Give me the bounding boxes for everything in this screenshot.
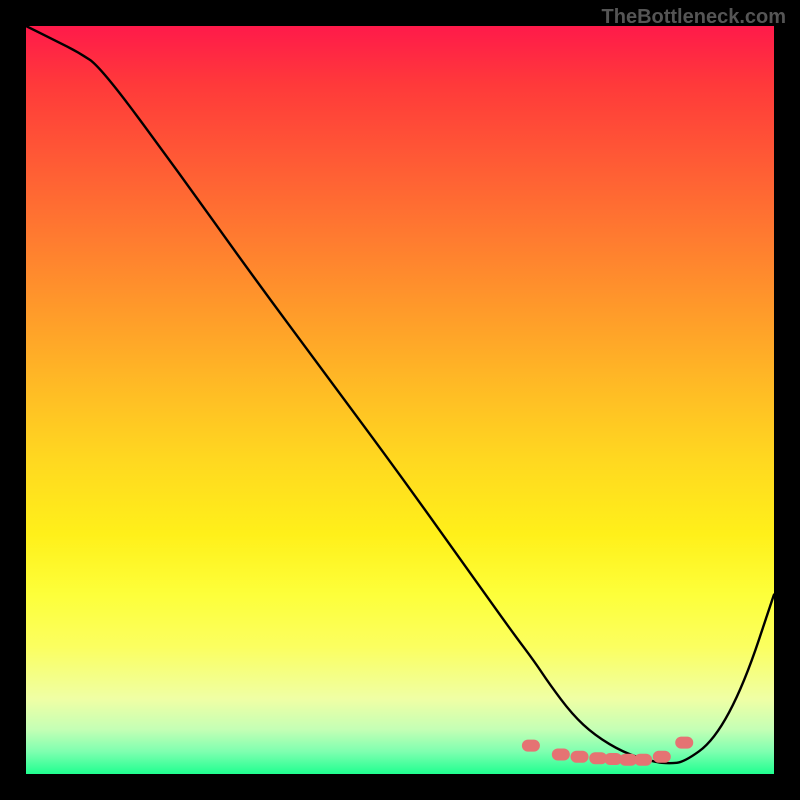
- chart-curve: [26, 26, 774, 763]
- marker-dot: [675, 737, 693, 749]
- marker-dot: [634, 754, 652, 766]
- marker-dot: [571, 751, 589, 763]
- chart-svg: [26, 26, 774, 774]
- chart-markers: [522, 737, 693, 766]
- marker-dot: [522, 740, 540, 752]
- marker-dot: [653, 751, 671, 763]
- marker-dot: [552, 749, 570, 761]
- watermark-text: TheBottleneck.com: [602, 6, 786, 29]
